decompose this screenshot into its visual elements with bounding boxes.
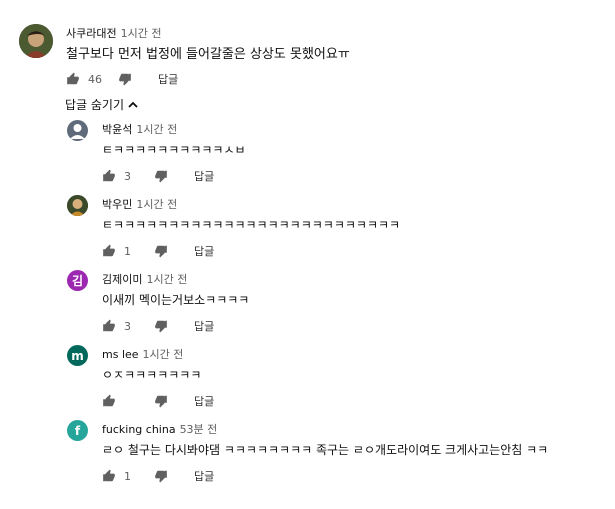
avatar-image-icon <box>67 195 88 216</box>
default-user-icon <box>70 124 85 139</box>
thumbs-up-icon[interactable] <box>102 394 116 408</box>
thumbs-down-icon[interactable] <box>154 394 168 408</box>
avatar[interactable]: f <box>67 420 88 441</box>
comment-meta: 김제이미 1시간 전 <box>102 271 187 287</box>
comment-text: ㅌㅋㅋㅋㅋㅋㅋㅋㅋㅋㅋㅋㅋㅋㅋㅋㅋㅋㅋㅋㅋㅋㅋㅋㅋㅋㅋ <box>102 218 401 232</box>
reply-button[interactable]: 답글 <box>194 168 214 184</box>
comment-text: 철구보다 먼저 법정에 들어갈줄은 상상도 못했어요ㅠ <box>66 47 350 62</box>
thumbs-up-icon[interactable] <box>102 469 116 483</box>
author-name[interactable]: 박윤석 <box>102 123 132 136</box>
thumbs-up-icon[interactable] <box>102 169 116 183</box>
timestamp[interactable]: 1시간 전 <box>146 273 187 286</box>
comment-meta: fucking china 53분 전 <box>102 421 217 437</box>
avatar[interactable]: m <box>67 345 88 366</box>
comment-actions: 1 답글 <box>102 468 214 484</box>
comment-actions: 3 답글 <box>102 318 214 334</box>
thumbs-up-icon[interactable] <box>102 319 116 333</box>
thumbs-down-icon[interactable] <box>118 72 132 86</box>
like-count: 1 <box>124 469 131 483</box>
reply-button[interactable]: 답글 <box>158 71 178 87</box>
timestamp[interactable]: 1시간 전 <box>143 348 184 361</box>
avatar-letter: 김 <box>71 274 84 288</box>
author-name[interactable]: ms lee <box>102 348 139 361</box>
thumbs-up-icon[interactable] <box>66 72 80 86</box>
comment-text: ㅌㅋㅋㅋㅋㅋㅋㅋㅋㅋㅋㅅㅂ <box>102 143 246 157</box>
comment-meta: 박우민 1시간 전 <box>102 196 177 212</box>
author-name[interactable]: 사쿠라대전 <box>66 27 117 40</box>
comment-actions: 답글 <box>102 393 214 409</box>
reply-button[interactable]: 답글 <box>194 393 214 409</box>
like-count: 46 <box>88 72 102 86</box>
avatar-image-icon <box>19 24 53 58</box>
comment-meta: 박윤석 1시간 전 <box>102 121 177 137</box>
like-count: 3 <box>124 319 131 333</box>
avatar[interactable] <box>67 120 88 141</box>
reply-button[interactable]: 답글 <box>194 243 214 259</box>
comment-text: ㅇㅈㅋㅋㅋㅋㅋㅋㅋ <box>102 368 202 382</box>
avatar-letter: m <box>71 348 84 363</box>
comment-text: ㄹㅇ 철구는 다시봐야댐 ㅋㅋㅋㅋㅋㅋㅋㅋ 족구는 ㄹㅇ개도라이여도 크게사고는… <box>102 443 549 457</box>
comment-actions: 3 답글 <box>102 168 214 184</box>
avatar[interactable] <box>67 195 88 216</box>
comment-text: 이새끼 멕이는거보소ㅋㅋㅋㅋ <box>102 293 250 307</box>
thumbs-down-icon[interactable] <box>154 319 168 333</box>
hide-replies-label: 답글 숨기기 <box>65 98 125 112</box>
comment-meta: ms lee 1시간 전 <box>102 346 183 362</box>
thumbs-down-icon[interactable] <box>154 469 168 483</box>
reply-button[interactable]: 답글 <box>194 468 214 484</box>
thumbs-down-icon[interactable] <box>154 169 168 183</box>
thumbs-up-icon[interactable] <box>102 244 116 258</box>
comment-meta: 사쿠라대전 1시간 전 <box>66 25 161 41</box>
reply-button[interactable]: 답글 <box>194 318 214 334</box>
timestamp[interactable]: 53분 전 <box>180 423 218 436</box>
comment-actions: 1 답글 <box>102 243 214 259</box>
avatar[interactable] <box>19 24 53 58</box>
like-count: 3 <box>124 169 131 183</box>
avatar[interactable]: 김 <box>67 270 88 291</box>
author-name[interactable]: 박우민 <box>102 198 132 211</box>
chevron-up-icon <box>128 101 138 108</box>
author-name[interactable]: fucking china <box>102 423 176 436</box>
like-count: 1 <box>124 244 131 258</box>
avatar-letter: f <box>74 423 81 438</box>
timestamp[interactable]: 1시간 전 <box>136 198 177 211</box>
comment-actions: 46 답글 <box>66 71 178 87</box>
author-name[interactable]: 김제이미 <box>102 273 142 286</box>
hide-replies-button[interactable]: 답글 숨기기 <box>65 96 138 113</box>
thumbs-down-icon[interactable] <box>154 244 168 258</box>
timestamp[interactable]: 1시간 전 <box>136 123 177 136</box>
timestamp[interactable]: 1시간 전 <box>121 27 162 40</box>
